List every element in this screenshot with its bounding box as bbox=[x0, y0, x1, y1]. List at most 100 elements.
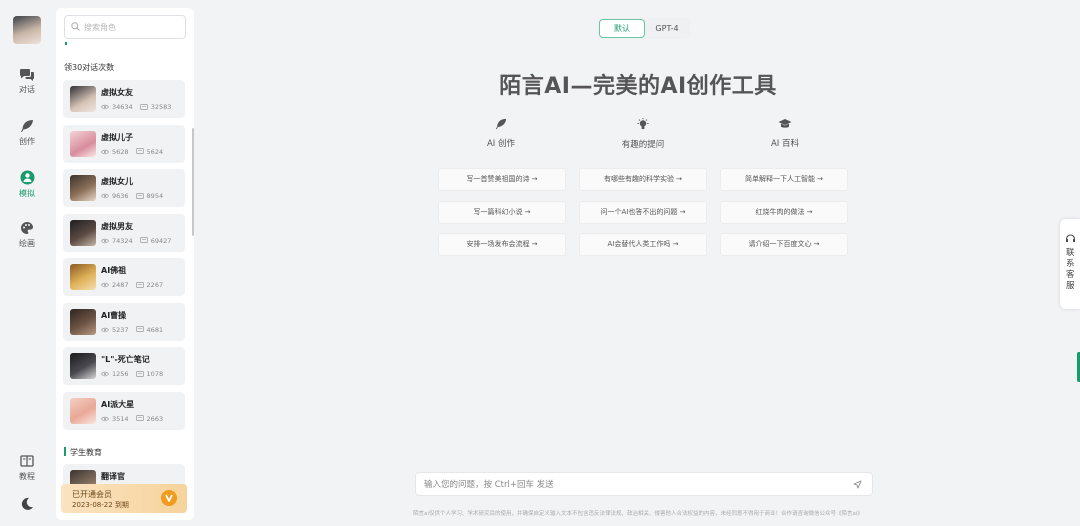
views-count: 1256 bbox=[112, 370, 129, 378]
role-avatar bbox=[70, 264, 96, 290]
role-card[interactable]: "L"-死亡笔记 1256 1078 bbox=[63, 347, 185, 385]
tab-default[interactable]: 默认 bbox=[599, 19, 645, 38]
chats-count: 2267 bbox=[146, 281, 164, 289]
nav-item-create[interactable]: 创作 bbox=[0, 119, 54, 147]
role-name: "L"-死亡笔记 bbox=[101, 355, 150, 364]
book-icon bbox=[20, 455, 34, 467]
views-icon bbox=[101, 193, 109, 199]
prompt-suggestion[interactable]: 请介绍一下百度文心 → bbox=[720, 233, 848, 256]
vip-icon bbox=[161, 490, 177, 506]
prompt-suggestion[interactable]: 简单解释一下人工智能 → bbox=[720, 168, 848, 191]
contact-service-button[interactable]: 联系客服 bbox=[1060, 219, 1080, 309]
role-name: AI派大星 bbox=[101, 399, 135, 409]
section-marker bbox=[64, 447, 66, 456]
role-stats: 5628 5624 bbox=[101, 148, 163, 156]
role-name: 虚拟男友 bbox=[101, 221, 133, 231]
nav-item-simulate[interactable]: 模拟 bbox=[0, 170, 54, 199]
chats-count: 8954 bbox=[146, 192, 164, 200]
chats-count: 1078 bbox=[146, 370, 164, 378]
chats-count: 69427 bbox=[150, 236, 172, 245]
category-label: AI 百科 bbox=[770, 139, 800, 149]
category-ai-create: AI 创作 bbox=[441, 118, 561, 149]
views-icon bbox=[101, 371, 109, 377]
prompt-suggestion[interactable]: AI会替代人类工作吗 → bbox=[579, 233, 707, 256]
views-count: 3514 bbox=[112, 414, 129, 423]
chats-icon bbox=[135, 148, 144, 154]
views-count: 9636 bbox=[112, 192, 129, 200]
role-card[interactable]: 虚拟儿子 5628 5624 bbox=[63, 124, 185, 163]
section-title-free[interactable]: 领30对话次数 bbox=[64, 62, 114, 73]
chats-icon bbox=[139, 237, 148, 243]
chats-count: 4681 bbox=[146, 325, 164, 334]
nav-item-draw[interactable]: 绘画 bbox=[0, 221, 54, 249]
model-switch: 默认 GPT-4 bbox=[598, 18, 690, 39]
views-count: 5237 bbox=[112, 325, 129, 334]
role-stats: 9636 8954 bbox=[101, 192, 163, 200]
views-icon bbox=[101, 416, 109, 421]
nav-item-chat[interactable]: 对话 bbox=[0, 68, 54, 95]
tab-gpt4[interactable]: GPT-4 bbox=[645, 19, 689, 38]
main-area: 默认 GPT-4 陌言AI—完美的AI创作工具 AI 创作 有趣的提问 AI 百… bbox=[196, 0, 1080, 526]
prompt-suggestion[interactable]: 写一首赞美祖国的诗 → bbox=[438, 168, 566, 191]
role-stats: 74324 69427 bbox=[101, 237, 171, 245]
chat-input[interactable] bbox=[424, 477, 844, 493]
chats-icon bbox=[135, 192, 144, 199]
page-title: 陌言AI—完美的AI创作工具 bbox=[499, 74, 777, 99]
views-count: 2487 bbox=[112, 281, 129, 289]
prompt-suggestion[interactable]: 问一个AI也答不出的问题 → bbox=[579, 201, 707, 224]
role-card[interactable]: AI派大星 3514 2663 bbox=[63, 391, 185, 430]
nav-item-tutorial[interactable]: 教程 bbox=[0, 455, 54, 482]
chats-count: 32583 bbox=[150, 103, 172, 111]
category-ai-encyclopedia: AI 百科 bbox=[725, 118, 845, 149]
role-card[interactable]: 虚拟男友 74324 69427 bbox=[63, 213, 185, 252]
prompt-suggestion[interactable]: 红烧牛肉的做法 → bbox=[720, 201, 848, 224]
views-icon bbox=[101, 149, 109, 154]
views-icon bbox=[101, 238, 109, 243]
user-avatar[interactable] bbox=[13, 16, 41, 44]
chats-count: 5624 bbox=[146, 147, 164, 156]
moon-icon[interactable] bbox=[19, 496, 35, 512]
search-icon bbox=[71, 22, 80, 31]
role-name: AI佛祖 bbox=[101, 266, 127, 275]
prompt-suggestion[interactable]: 安排一场发布会流程 → bbox=[438, 233, 566, 256]
chat-input-box[interactable] bbox=[415, 472, 873, 496]
scrollbar[interactable] bbox=[192, 128, 194, 236]
send-icon[interactable] bbox=[853, 480, 862, 489]
role-panel: 搜索角色 领30对话次数 虚拟女友 34634 32583 虚拟儿子 5628 5624 虚… bbox=[56, 8, 194, 520]
footer-disclaimer: 陌言ai仅供个人学习、学术研究目的使用，并确保自定义输入文本不包含违反法律法规、… bbox=[413, 511, 863, 517]
chats-count: 2663 bbox=[146, 414, 164, 423]
prompt-suggestion[interactable]: 写一篇科幻小说 → bbox=[438, 201, 566, 224]
membership-banner[interactable]: 已开通会员 2023-08-22 到期 bbox=[61, 484, 187, 513]
role-name: 虚拟儿子 bbox=[101, 132, 133, 142]
role-card[interactable]: AI佛祖 2487 2267 bbox=[63, 258, 185, 296]
role-name: 翻译官 bbox=[101, 472, 125, 481]
role-avatar bbox=[70, 353, 96, 379]
views-count: 5628 bbox=[112, 147, 129, 156]
prompt-suggestion[interactable]: 有哪些有趣的科学实验 → bbox=[579, 168, 707, 191]
role-stats: 5237 4681 bbox=[101, 326, 163, 334]
chats-icon bbox=[135, 281, 144, 288]
views-icon bbox=[101, 104, 109, 110]
chats-icon bbox=[135, 370, 144, 377]
role-card[interactable]: 虚拟女儿 9636 8954 bbox=[63, 169, 185, 207]
role-stats: 34634 32583 bbox=[101, 103, 171, 111]
section-marker bbox=[65, 42, 67, 45]
nav-label-tutorial: 教程 bbox=[19, 472, 35, 481]
role-icon bbox=[20, 170, 34, 185]
role-avatar bbox=[70, 130, 96, 157]
role-card[interactable]: AI曹操 5237 4681 bbox=[63, 302, 185, 341]
chats-icon bbox=[135, 326, 144, 332]
chat-icon bbox=[19, 69, 34, 81]
category-fun-questions: 有趣的提问 bbox=[583, 118, 703, 150]
role-name: 虚拟女儿 bbox=[101, 177, 133, 186]
role-card[interactable]: 虚拟女友 34634 32583 bbox=[63, 80, 185, 118]
nav-label-chat: 对话 bbox=[19, 85, 35, 94]
chats-icon bbox=[135, 415, 144, 421]
contact-service-label: 联系客服 bbox=[1066, 248, 1075, 291]
category-label: AI 创作 bbox=[486, 139, 516, 149]
role-avatar bbox=[70, 308, 96, 335]
nav-rail: 对话 创作 模拟 绘画 教程 bbox=[0, 0, 54, 526]
search-box[interactable]: 搜索角色 bbox=[64, 15, 186, 39]
membership-title: 已开通会员 bbox=[72, 490, 112, 499]
search-input[interactable]: 搜索角色 bbox=[84, 22, 116, 33]
